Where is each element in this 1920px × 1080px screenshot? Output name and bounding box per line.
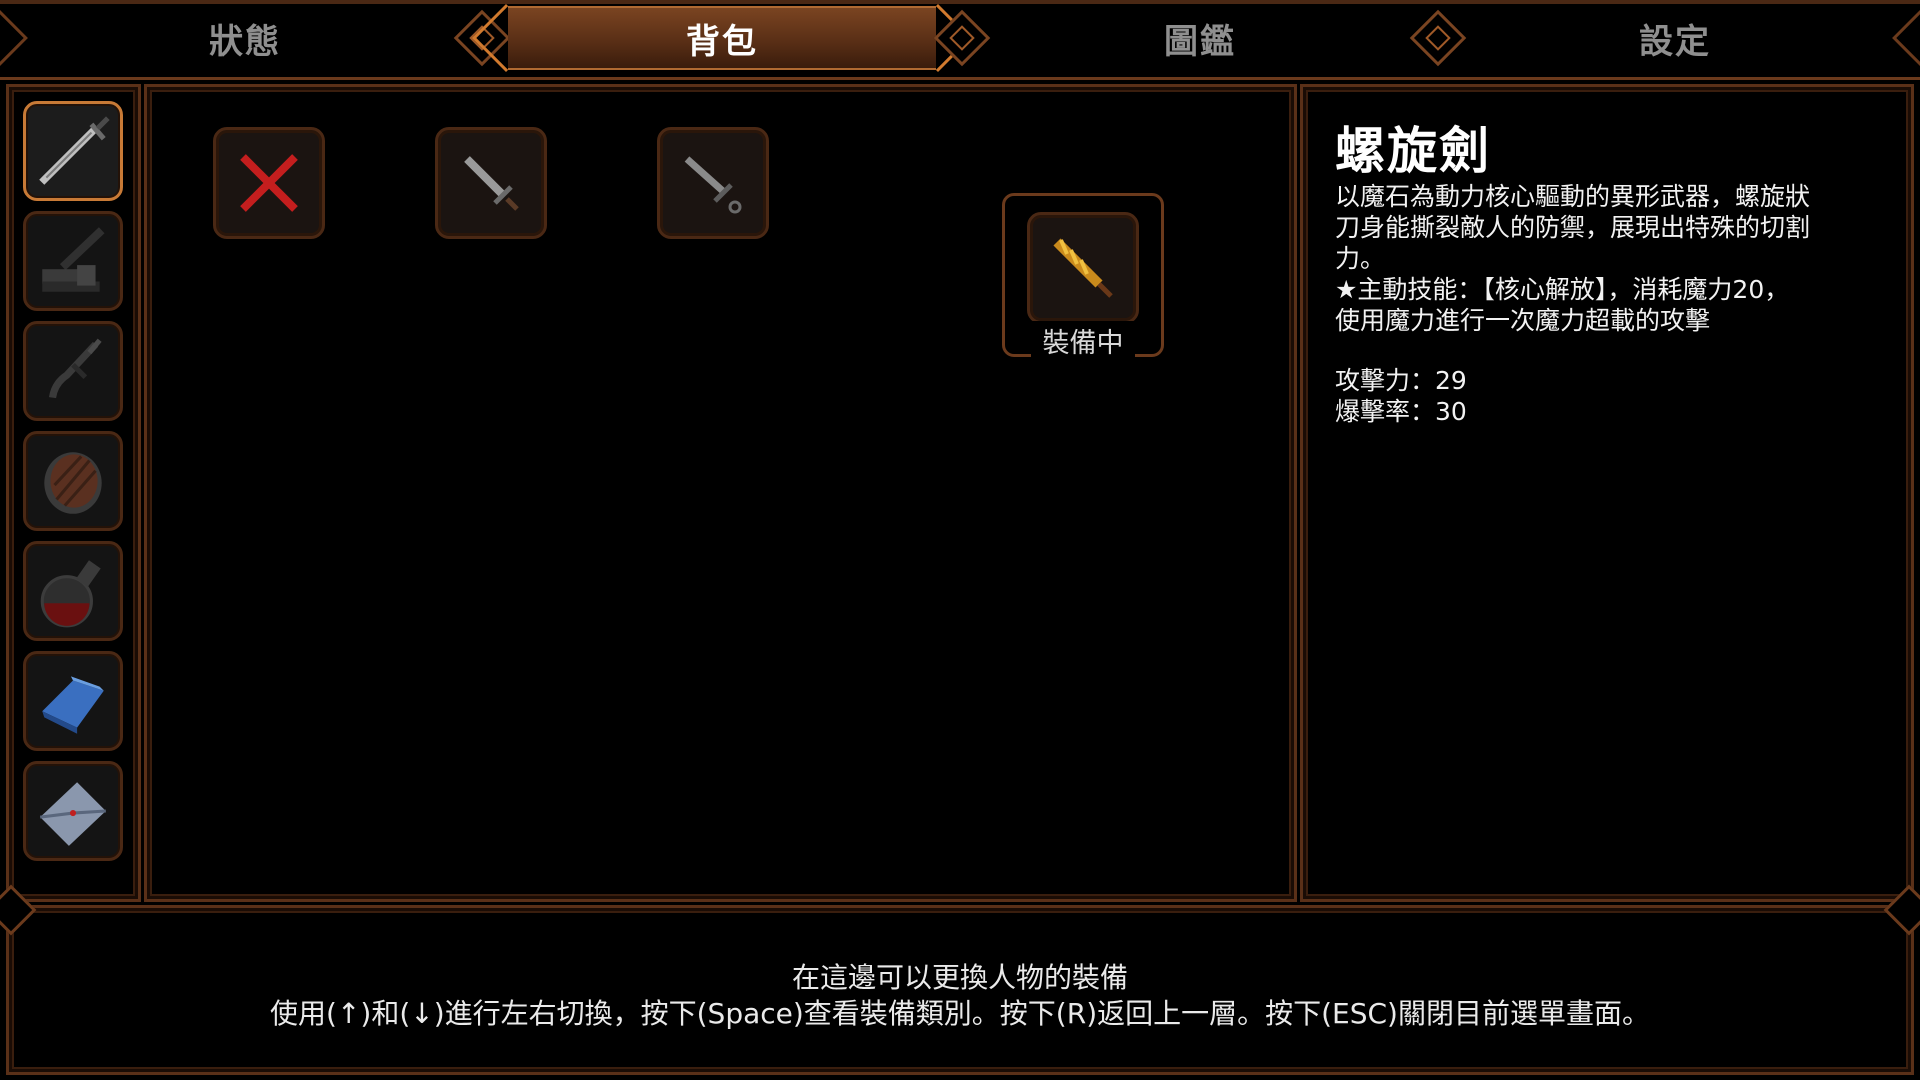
category-sidebar — [6, 84, 141, 902]
category-material[interactable] — [23, 651, 123, 751]
dagger-icon — [48, 338, 102, 399]
tab-inventory-label: 背包 — [686, 21, 758, 62]
potion-icon — [40, 560, 101, 628]
boot-icon — [42, 227, 105, 292]
inventory-grid: 裝備中 — [144, 84, 1297, 902]
letter-icon — [40, 782, 106, 846]
spiral-sword-icon — [1053, 238, 1113, 298]
tab-codex-label: 圖鑑 — [1164, 21, 1236, 62]
tab-codex[interactable]: 圖鑑 — [965, 6, 1435, 70]
category-weapon[interactable] — [23, 101, 123, 201]
inventory-slot-unequip[interactable] — [213, 127, 325, 239]
item-stats: 攻擊力：29 爆擊率：30 — [1335, 365, 1467, 427]
shield-icon — [44, 452, 102, 514]
help-bar: 在這邊可以更換人物的裝備 使用(↑)和(↓)進行左右切換，按下(Space)查看… — [0, 884, 1920, 1075]
category-consumable[interactable] — [23, 541, 123, 641]
help-title: 在這邊可以更換人物的裝備 — [791, 961, 1128, 994]
rapier-icon — [684, 156, 742, 214]
category-boots[interactable] — [23, 211, 123, 311]
equipped-item-frame: 裝備中 — [1002, 193, 1164, 360]
tab-bar: 狀態 背包 圖鑑 設定 — [0, 0, 1920, 80]
tab-settings-label: 設定 — [1639, 21, 1711, 62]
tab-settings[interactable]: 設定 — [1440, 6, 1910, 70]
sword-icon — [39, 116, 110, 185]
category-key-item[interactable] — [23, 761, 123, 861]
stat-crit-rate: 爆擊率：30 — [1335, 397, 1467, 426]
tab-status[interactable]: 狀態 — [10, 6, 480, 70]
item-description: 以魔石為動力核心驅動的異形武器，螺旋狀 刀身能撕裂敵人的防禦，展現出特殊的切割 … — [1335, 182, 1811, 335]
short-sword-icon — [464, 156, 519, 211]
inventory-slot-spiral-sword[interactable] — [1027, 212, 1139, 324]
item-name: 螺旋劍 — [1335, 122, 1491, 180]
tab-inventory[interactable]: 背包 — [508, 6, 936, 70]
category-blade[interactable] — [23, 321, 123, 421]
inventory-slot-rapier[interactable] — [657, 127, 769, 239]
stat-attack: 攻擊力：29 — [1335, 366, 1467, 395]
equipped-label: 裝備中 — [1031, 321, 1135, 360]
help-controls: 使用(↑)和(↓)進行左右切換，按下(Space)查看裝備類別。按下(R)返回上… — [270, 997, 1650, 1030]
item-detail-panel: 螺旋劍 以魔石為動力核心驅動的異形武器，螺旋狀 刀身能撕裂敵人的防禦，展現出特殊… — [1300, 84, 1914, 902]
tab-status-label: 狀態 — [209, 21, 281, 62]
category-armor[interactable] — [23, 431, 123, 531]
inventory-slot-short-sword[interactable] — [435, 127, 547, 239]
unequip-x-icon — [240, 154, 298, 212]
crystal-icon — [42, 676, 104, 734]
